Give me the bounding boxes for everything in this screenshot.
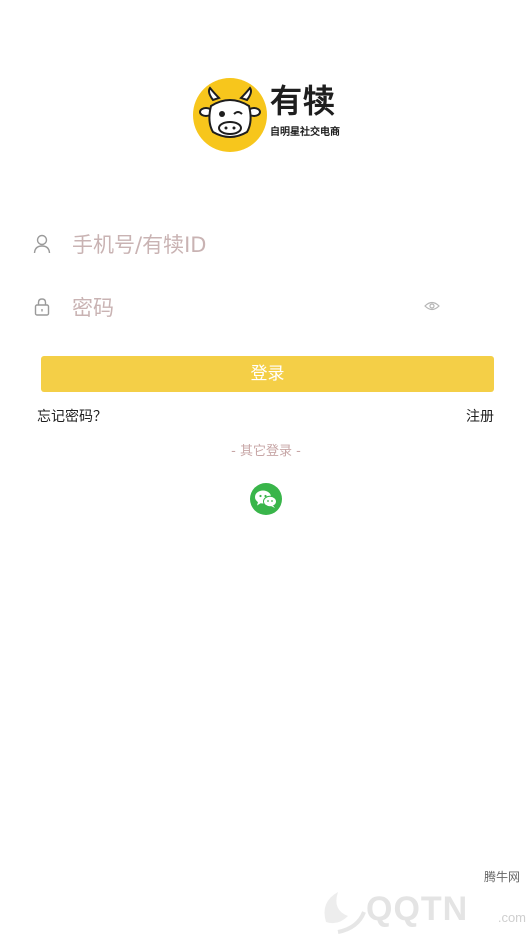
login-button[interactable]: 登录 [41,356,494,392]
cow-face-icon [193,78,267,152]
password-field[interactable] [32,286,502,330]
wechat-icon [255,490,277,508]
brand-slogan: 自明星社交电商 [270,127,340,138]
user-icon [33,234,51,254]
username-input[interactable] [72,223,412,267]
watermark-text: QQTN [366,890,469,928]
watermark-label: 腾牛网 [483,870,520,884]
register-link[interactable]: 注册 [466,407,494,427]
app-logo: 有犊 自明星社交电商 [193,78,343,154]
watermark-logo-icon [324,892,366,934]
lock-icon [34,298,50,316]
password-input[interactable] [72,286,412,330]
watermark: 腾牛网 QQTN .com [318,868,532,946]
forgot-password-link[interactable]: 忘记密码？ [37,407,107,427]
eye-icon[interactable] [424,300,440,312]
username-field[interactable] [32,223,502,267]
watermark-suffix: .com [497,910,526,925]
brand-name: 有犊 [270,82,337,120]
wechat-login-button[interactable] [250,483,282,515]
other-login-label: - 其它登录 - [231,444,301,459]
